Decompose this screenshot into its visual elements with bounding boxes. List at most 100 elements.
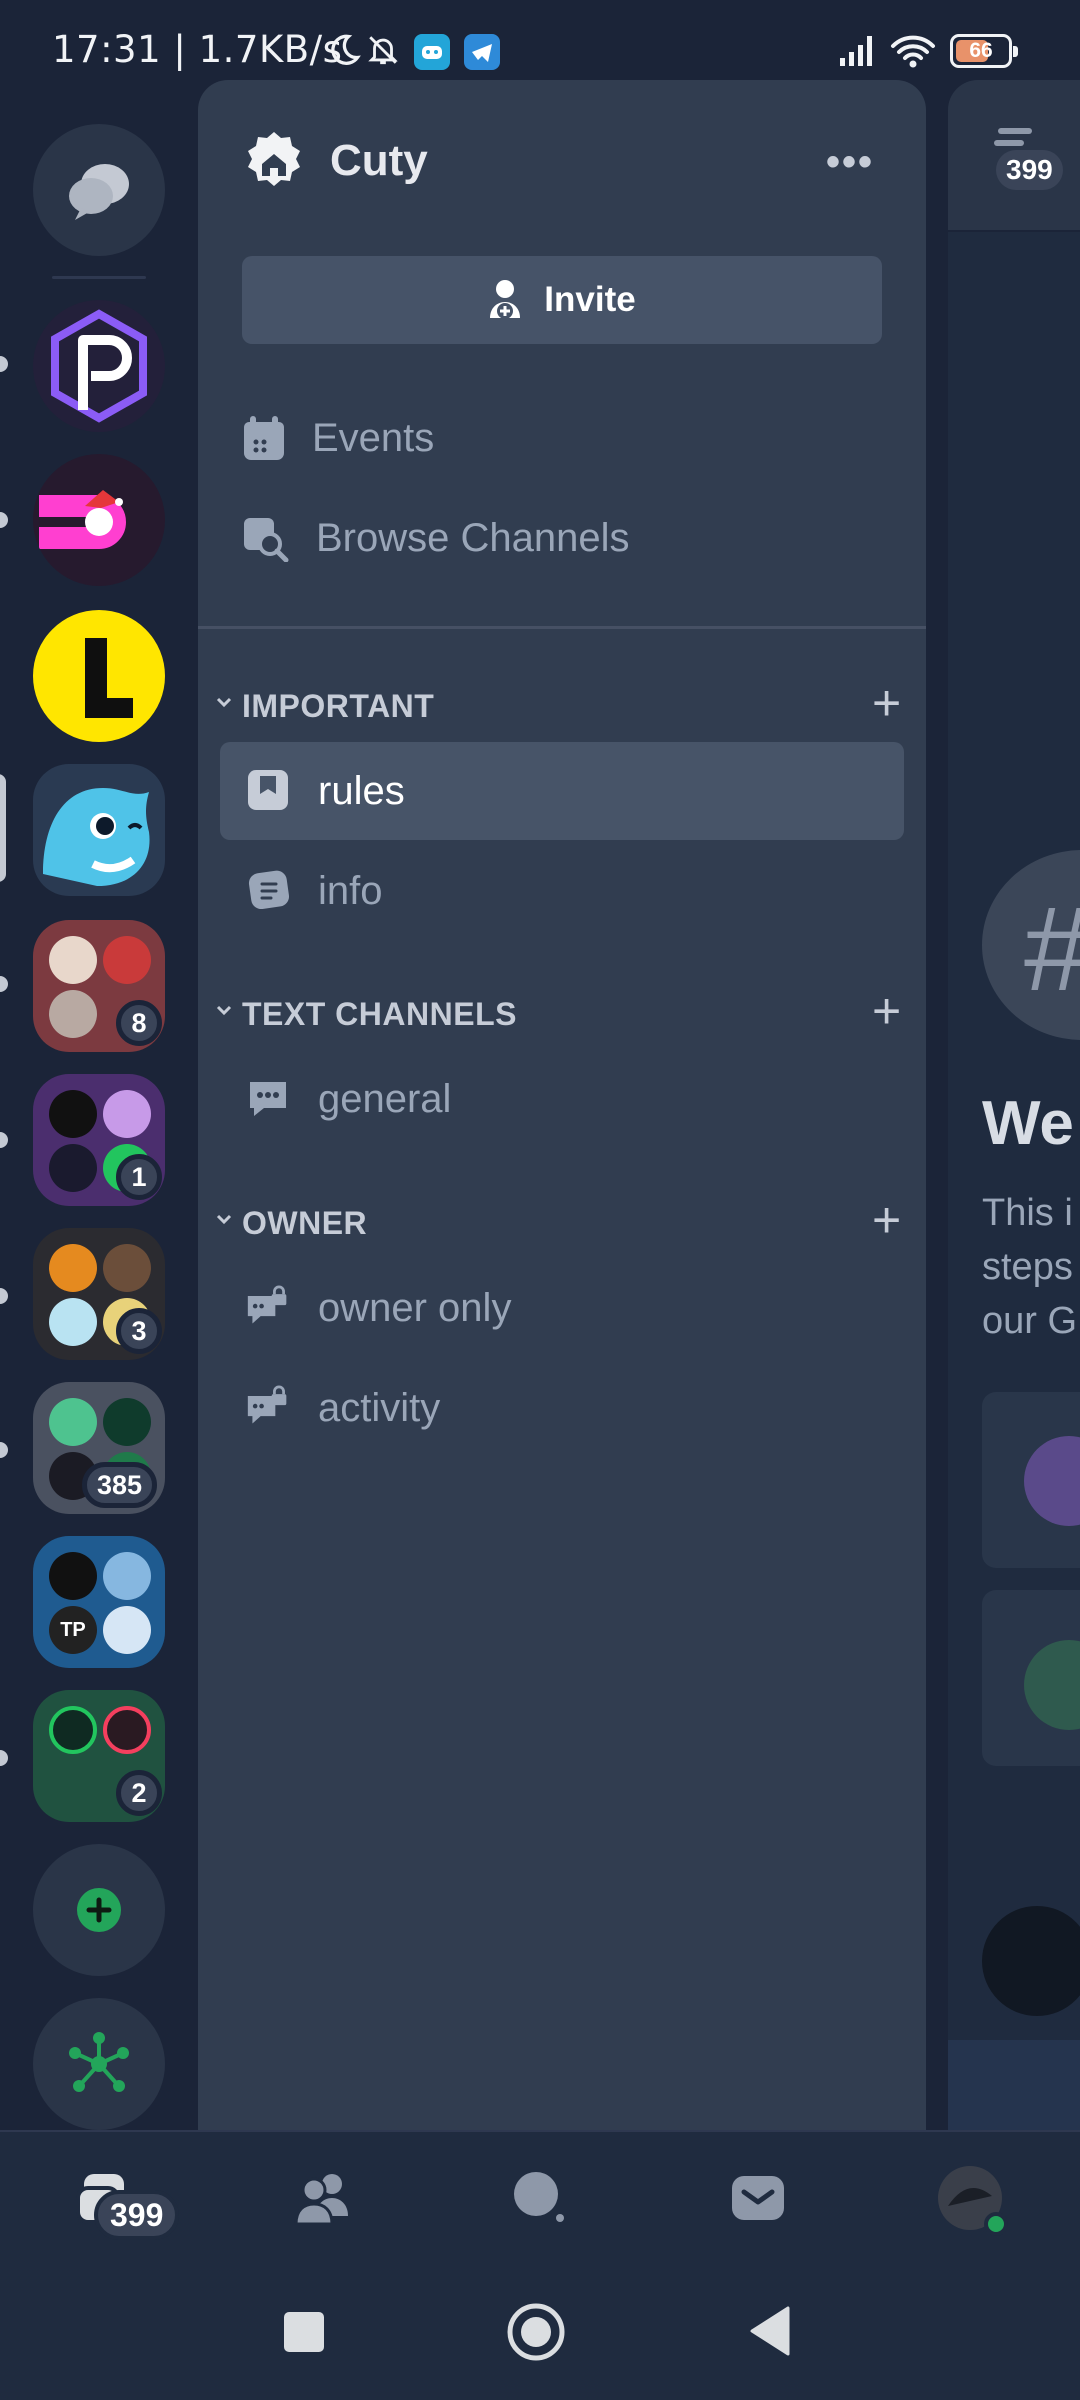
text-channel-bubble-icon <box>250 1082 286 1116</box>
nav-home-badge: 399 <box>94 2190 180 2240</box>
unread-pip <box>0 976 8 992</box>
mention-badge: 385 <box>82 1462 158 1508</box>
category-label: TEXT CHANNELS <box>242 996 517 1032</box>
status-bar: 17:31 | 1.7KB/s 66 <box>0 0 1080 80</box>
browse-channels-item[interactable]: Browse Channels <box>242 502 630 574</box>
d-logo-icon <box>39 490 126 549</box>
network-hub-icon <box>69 2032 129 2092</box>
back-triangle-icon[interactable] <box>748 2306 792 2356</box>
browse-channels-label: Browse Channels <box>316 515 630 560</box>
nav-notifications-button[interactable] <box>726 2166 790 2230</box>
welcome-heading: We <box>982 1089 1074 1158</box>
folder-server-avatar <box>49 1552 97 1600</box>
folder-server-avatar-tp: TP <box>49 1606 97 1654</box>
chat-view-peek[interactable]: 399 # We This i steps our G <box>948 80 1080 2130</box>
welcome-text-line: our G <box>982 1300 1078 1342</box>
unread-pip <box>0 356 8 372</box>
channel-owner-only[interactable]: owner only <box>220 1259 904 1357</box>
add-channel-icon[interactable]: + <box>872 1195 901 1245</box>
browse-channels-icon <box>244 518 289 562</box>
chat-header: 399 <box>948 80 1080 232</box>
chevron-down-icon <box>216 697 232 708</box>
l-logo-icon <box>85 638 133 718</box>
unread-badge: 399 <box>996 150 1063 190</box>
folder-server-avatar <box>103 1090 151 1138</box>
unread-pip <box>0 1750 8 1766</box>
bell-off-icon <box>368 36 398 65</box>
community-home-icon <box>248 132 300 186</box>
battery-indicator: 66 <box>950 34 1018 68</box>
unread-pip <box>0 1132 8 1148</box>
locked-channel-icon <box>247 1385 287 1424</box>
channel-info[interactable]: info <box>220 842 904 940</box>
add-server-button[interactable] <box>33 1844 165 1976</box>
channel-activity[interactable]: activity <box>220 1359 904 1457</box>
server-folder-5[interactable]: TP <box>33 1536 165 1668</box>
category-label: OWNER <box>242 1205 368 1241</box>
rules-book-icon <box>248 770 288 810</box>
chat-input-area[interactable] <box>948 2040 1080 2130</box>
status-time: 17:31 | 1.7KB/s <box>52 28 343 71</box>
server-cuty[interactable] <box>33 764 165 896</box>
folder-server-avatar <box>49 1706 97 1754</box>
panel-divider <box>198 626 926 629</box>
events-item[interactable]: Events <box>242 402 434 474</box>
rail-divider <box>52 276 146 279</box>
folder-server-avatar <box>103 1244 151 1292</box>
folder-server-avatar <box>49 1398 97 1446</box>
announcement-icon <box>248 870 290 910</box>
welcome-card[interactable] <box>982 1590 1080 1766</box>
invite-label: Invite <box>544 280 636 319</box>
category-owner[interactable]: OWNER + <box>212 1195 912 1247</box>
category-text-channels[interactable]: TEXT CHANNELS + <box>212 986 912 1038</box>
add-channel-icon[interactable]: + <box>872 986 901 1036</box>
unread-pip <box>0 512 8 528</box>
signal-icon <box>840 36 872 66</box>
wifi-icon <box>891 35 935 68</box>
nav-profile-button[interactable] <box>938 2166 1008 2236</box>
server-name[interactable]: Cuty <box>330 136 428 186</box>
folder-server-avatar <box>49 1144 97 1192</box>
category-label: IMPORTANT <box>242 688 435 724</box>
category-important[interactable]: IMPORTANT + <box>212 678 912 730</box>
discord-app-icon <box>414 34 450 70</box>
home-circle-icon[interactable] <box>506 2302 566 2362</box>
chat-bubbles-icon <box>69 164 129 220</box>
direct-messages-button[interactable] <box>33 124 165 256</box>
folder-server-avatar <box>49 990 97 1038</box>
user-avatar <box>982 1906 1080 2016</box>
folder-server-avatar <box>103 936 151 984</box>
p-logo-icon <box>51 309 147 423</box>
card-icon <box>1024 1436 1080 1526</box>
server-d[interactable] <box>33 454 165 586</box>
folder-server-avatar <box>103 1606 151 1654</box>
telegram-app-icon <box>464 34 500 70</box>
system-navigation-bar <box>0 2264 1080 2400</box>
plus-circle-icon <box>77 1888 121 1932</box>
folder-server-avatar <box>49 1244 97 1292</box>
calendar-icon <box>244 416 284 460</box>
friends-icon <box>294 2174 348 2226</box>
profile-avatar-icon <box>938 2166 1008 2236</box>
add-channel-icon[interactable]: + <box>872 678 901 728</box>
welcome-text-line: steps <box>982 1246 1073 1288</box>
channel-name: general <box>318 1076 452 1121</box>
more-options-icon[interactable]: ••• <box>826 140 874 185</box>
search-icon <box>514 2172 564 2222</box>
invite-button[interactable]: Invite <box>242 256 882 344</box>
welcome-card[interactable] <box>982 1392 1080 1568</box>
nav-friends-button[interactable] <box>292 2166 356 2230</box>
channel-name: info <box>318 868 383 913</box>
channel-general[interactable]: general <box>220 1050 904 1148</box>
channel-rules[interactable]: rules <box>220 742 904 840</box>
server-p[interactable] <box>33 300 165 432</box>
chevron-down-icon <box>216 1214 232 1225</box>
mention-badge: 3 <box>116 1308 162 1354</box>
discover-button[interactable] <box>33 1998 165 2130</box>
server-l[interactable] <box>33 610 165 742</box>
nav-search-button[interactable] <box>508 2166 572 2230</box>
welcome-text-line: This i <box>982 1192 1073 1234</box>
folder-server-avatar <box>103 1706 151 1754</box>
channel-name: activity <box>318 1385 441 1430</box>
recents-icon[interactable] <box>282 2310 326 2354</box>
